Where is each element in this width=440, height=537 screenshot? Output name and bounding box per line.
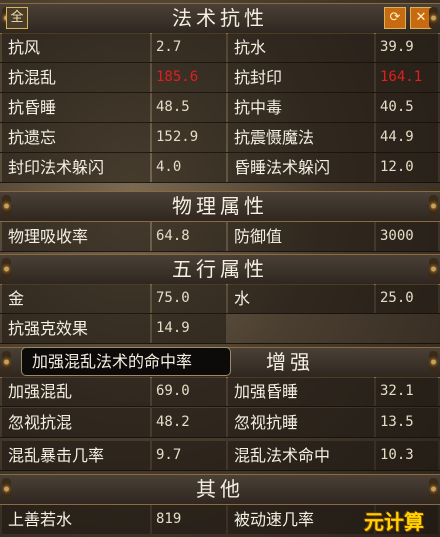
table-row: 金 75.0 水 25.0 bbox=[0, 284, 440, 314]
attr-label: 抗水 bbox=[234, 38, 267, 57]
table-row: 抗强克效果 14.9 bbox=[0, 314, 440, 344]
attr-value: 44.9 bbox=[380, 129, 414, 145]
attr-value: 25.0 bbox=[380, 290, 414, 306]
table-row: 加强混乱 69.0 加强昏睡 32.1 bbox=[0, 377, 440, 407]
table-row: 抗遗忘 152.9 抗震慑魔法 44.9 bbox=[0, 123, 440, 153]
attr-value: 10.3 bbox=[380, 447, 414, 463]
attr-label: 混乱暴击几率 bbox=[8, 446, 105, 465]
attr-value: 40.5 bbox=[380, 99, 414, 115]
attr-value: 39.9 bbox=[380, 39, 414, 55]
attr-label: 抗中毒 bbox=[234, 98, 283, 117]
show-all-button[interactable]: 全 bbox=[6, 7, 28, 29]
attr-value: 14.9 bbox=[156, 320, 190, 336]
attr-value: 185.6 bbox=[156, 69, 199, 85]
refresh-icon[interactable]: ⟳ bbox=[384, 7, 406, 29]
section-header-resist: 法术抗性 全 ⟳ ✕ bbox=[0, 3, 440, 34]
attribute-panel: 法术抗性 全 ⟳ ✕ 抗风 2.7 抗水 39.9 抗混乱 185.6 抗封印 … bbox=[0, 0, 440, 537]
attr-value: 48.5 bbox=[156, 99, 190, 115]
attr-value: 3000 bbox=[380, 228, 414, 244]
table-row: 混乱暴击几率 9.7 混乱法术命中 10.3 bbox=[0, 441, 440, 471]
attr-value: 4.0 bbox=[156, 159, 182, 175]
attr-label: 封印法术躲闪 bbox=[8, 158, 105, 177]
table-row: 封印法术躲闪 4.0 昏睡法术躲闪 12.0 bbox=[0, 153, 440, 183]
attr-value: 164.1 bbox=[380, 69, 423, 85]
attr-label: 抗封印 bbox=[234, 68, 283, 87]
table-row: 抗风 2.7 抗水 39.9 bbox=[0, 33, 440, 63]
attr-label: 抗风 bbox=[8, 38, 41, 57]
attr-label: 防御值 bbox=[234, 227, 283, 246]
attr-label: 加强昏睡 bbox=[234, 382, 299, 401]
attr-label: 抗强克效果 bbox=[8, 319, 89, 338]
section-header-physical: 物理属性 bbox=[0, 191, 440, 222]
section-title: 五行属性 bbox=[172, 257, 268, 281]
watermark-logo: 元计算 bbox=[364, 510, 424, 534]
attr-value: 75.0 bbox=[156, 290, 190, 306]
attr-label: 忽视抗混 bbox=[8, 413, 73, 432]
table-row: 物理吸收率 64.8 防御值 3000 bbox=[0, 222, 440, 252]
attr-value: 12.0 bbox=[380, 159, 414, 175]
section-title: 物理属性 bbox=[172, 194, 268, 218]
attr-label[interactable]: 加强混乱 bbox=[2, 377, 150, 406]
attr-label: 抗遗忘 bbox=[8, 128, 57, 147]
attr-label: 物理吸收率 bbox=[8, 227, 89, 246]
section-title: 其他 bbox=[196, 477, 244, 501]
attr-label: 抗震慑魔法 bbox=[234, 128, 315, 147]
attr-label: 昏睡法术躲闪 bbox=[234, 158, 331, 177]
attr-value: 9.7 bbox=[156, 447, 182, 463]
attr-label: 抗昏睡 bbox=[8, 98, 57, 117]
attr-value: 13.5 bbox=[380, 414, 414, 430]
attr-label: 水 bbox=[234, 289, 251, 308]
attr-value: 152.9 bbox=[156, 129, 199, 145]
attr-label: 金 bbox=[8, 289, 25, 308]
attr-value: 64.8 bbox=[156, 228, 190, 244]
section-header-other: 其他 bbox=[0, 474, 440, 505]
attr-label: 被动速几率 bbox=[234, 510, 315, 529]
attr-value: 48.2 bbox=[156, 414, 190, 430]
close-icon[interactable]: ✕ bbox=[410, 7, 432, 29]
attr-label: 上善若水 bbox=[8, 510, 73, 529]
attr-label: 忽视抗睡 bbox=[234, 413, 299, 432]
attr-label: 抗混乱 bbox=[8, 68, 57, 87]
section-title: 法术抗性 bbox=[172, 6, 268, 30]
attr-value: 819 bbox=[156, 511, 182, 527]
table-row: 抗混乱 185.6 抗封印 164.1 bbox=[0, 63, 440, 93]
table-row: 抗昏睡 48.5 抗中毒 40.5 bbox=[0, 93, 440, 123]
attr-value: 2.7 bbox=[156, 39, 182, 55]
attr-value: 69.0 bbox=[156, 383, 190, 399]
table-row: 忽视抗混 48.2 忽视抗睡 13.5 bbox=[0, 408, 440, 438]
section-header-wuxing: 五行属性 bbox=[0, 254, 440, 285]
attr-label: 混乱法术命中 bbox=[234, 446, 331, 465]
tooltip: 加强混乱法术的命中率 bbox=[21, 347, 231, 376]
attr-value: 32.1 bbox=[380, 383, 414, 399]
